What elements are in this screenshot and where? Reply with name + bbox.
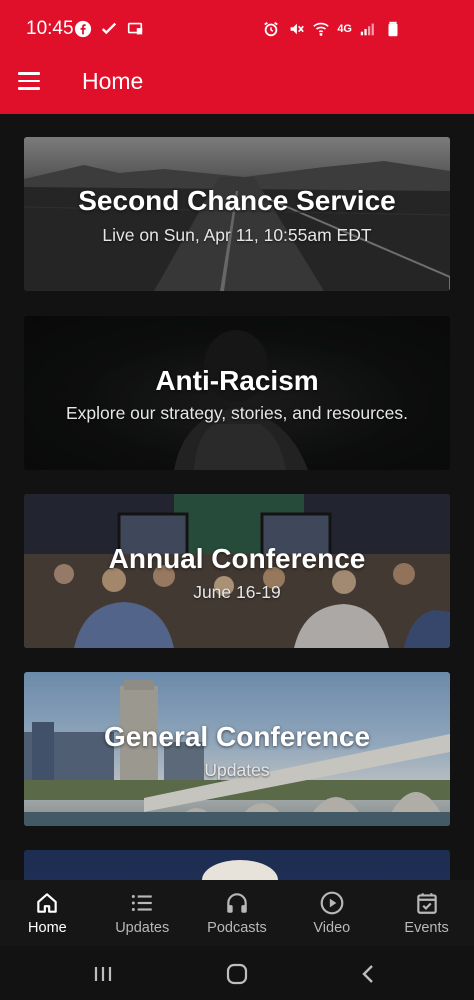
bottom-navigation: Home Updates Podcasts Video Events — [0, 880, 474, 946]
nav-label: Video — [313, 920, 351, 936]
status-bar: 10:45 4G — [0, 0, 474, 56]
headphones-icon — [227, 893, 247, 913]
card-annual-conference[interactable]: Annual Conference June 16-19 — [24, 494, 450, 648]
nav-updates[interactable]: Updates — [95, 880, 190, 946]
nav-label: Events — [404, 920, 449, 936]
status-time: 10:45 — [26, 18, 74, 39]
nav-home[interactable]: Home — [0, 880, 95, 946]
network-type-label: 4G — [337, 23, 352, 35]
back-icon[interactable] — [356, 961, 382, 987]
nav-events[interactable]: Events — [379, 880, 474, 946]
card-second-chance-service[interactable]: Second Chance Service Live on Sun, Apr 1… — [24, 137, 450, 291]
card-title: Annual Conference — [108, 543, 366, 574]
nav-video[interactable]: Video — [284, 880, 379, 946]
list-icon — [132, 894, 152, 912]
mute-icon — [290, 23, 305, 35]
nav-podcasts[interactable]: Podcasts — [190, 880, 285, 946]
card-title: Second Chance Service — [78, 185, 396, 216]
card-general-conference[interactable]: General Conference Updates — [24, 672, 450, 826]
card-anti-racism[interactable]: Anti-Racism Explore our strategy, storie… — [24, 316, 450, 470]
battery-icon — [388, 21, 398, 37]
signal-icon — [360, 23, 374, 36]
card-subtitle: Live on Sun, Apr 11, 10:55am EDT — [102, 225, 372, 245]
nav-label: Podcasts — [207, 920, 267, 936]
recent-apps-icon[interactable] — [90, 961, 116, 987]
nav-label: Updates — [115, 920, 170, 936]
home-icon — [37, 893, 58, 913]
card-title: General Conference — [103, 721, 371, 752]
top-app-bar: 10:45 4G Home — [0, 0, 474, 114]
wifi-icon — [313, 22, 330, 36]
card-partial[interactable] — [24, 850, 450, 880]
home-feed[interactable]: Second Chance Service Live on Sun, Apr 1… — [0, 114, 474, 880]
home-circle-icon[interactable] — [224, 961, 250, 987]
system-navigation-bar — [0, 946, 474, 1000]
facebook-icon — [74, 20, 92, 38]
app-bar: Home — [0, 56, 474, 114]
check-icon — [101, 22, 117, 35]
hamburger-menu-icon[interactable] — [18, 66, 48, 96]
calendar-check-icon — [416, 893, 437, 914]
page-title: Home — [82, 68, 144, 94]
card-subtitle: June 16-19 — [193, 582, 281, 602]
card-subtitle: Updates — [204, 760, 270, 780]
card-title: Anti-Racism — [155, 365, 319, 396]
card-subtitle: Explore our strategy, stories, and resou… — [65, 403, 409, 423]
nav-label: Home — [28, 920, 67, 936]
person-portrait-image — [24, 850, 450, 880]
cast-icon — [127, 22, 143, 35]
alarm-icon — [264, 21, 279, 37]
play-circle-icon — [320, 891, 344, 915]
